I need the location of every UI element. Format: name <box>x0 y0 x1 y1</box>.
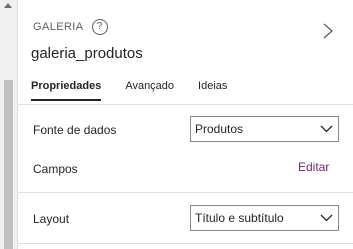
scrollbar-thumb[interactable] <box>4 80 13 249</box>
section-divider <box>18 243 353 244</box>
section-divider <box>18 192 353 193</box>
tabs-divider <box>18 104 353 105</box>
layout-label: Layout <box>33 212 70 226</box>
layout-dropdown[interactable]: Título e subtítulo <box>190 205 339 231</box>
chevron-right-icon[interactable] <box>320 22 336 40</box>
edit-fields-link[interactable]: Editar <box>298 160 329 174</box>
tab-propriedades[interactable]: Propriedades <box>31 80 102 101</box>
app-root: GALERIA ? galeria_produtos Propriedades … <box>0 0 353 249</box>
fields-label: Campos <box>33 162 78 176</box>
chevron-down-icon <box>320 214 333 222</box>
control-type-label: GALERIA <box>33 21 84 33</box>
help-icon[interactable]: ? <box>91 19 108 35</box>
properties-panel: GALERIA ? galeria_produtos Propriedades … <box>18 0 353 249</box>
tab-ideias[interactable]: Ideias <box>198 80 227 92</box>
control-type-header: GALERIA ? <box>33 19 108 35</box>
tab-avancado[interactable]: Avançado <box>125 80 174 92</box>
data-source-value: Produtos <box>195 122 244 136</box>
control-name[interactable]: galeria_produtos <box>31 45 143 62</box>
data-source-label: Fonte de dados <box>33 123 117 137</box>
data-source-dropdown[interactable]: Produtos <box>190 116 339 142</box>
scroll-up-arrow-icon[interactable] <box>4 3 12 8</box>
chevron-down-icon <box>320 125 333 133</box>
property-tabs: Propriedades Avançado Ideias <box>31 80 251 101</box>
vertical-scrollbar[interactable] <box>0 0 17 249</box>
layout-value: Título e subtítulo <box>195 211 284 225</box>
